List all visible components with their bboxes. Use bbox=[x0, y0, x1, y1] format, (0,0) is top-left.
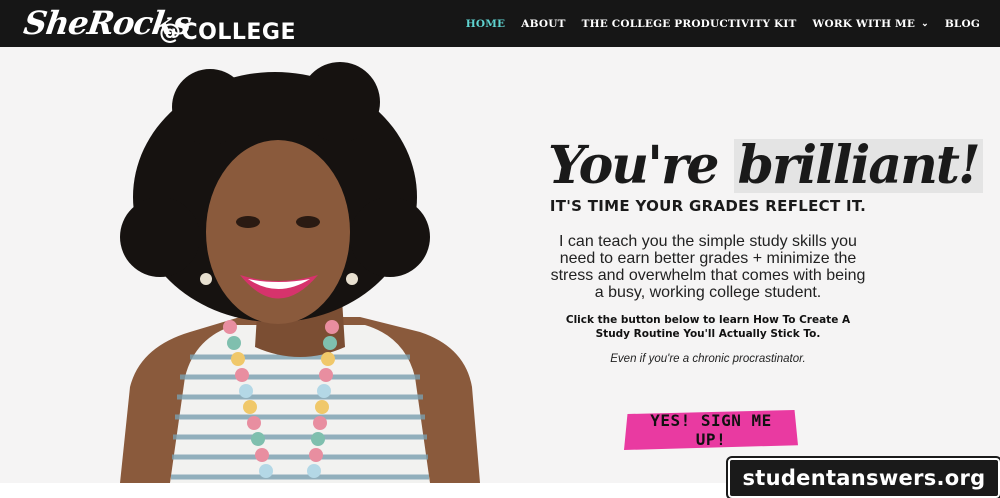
headline-part1: You're bbox=[548, 135, 734, 196]
procrastinator-note: Even if you're a chronic procrastinator. bbox=[610, 353, 806, 365]
nav-item-work-with-me-label: WORK WITH ME bbox=[812, 17, 916, 30]
hero-body: I can teach you the simple study skills … bbox=[550, 233, 866, 301]
hero-headline: You're brilliant! bbox=[548, 139, 983, 193]
hero-copy: You're brilliant! IT'S TIME YOUR GRADES … bbox=[548, 139, 983, 365]
main-nav: HOME ABOUT THE COLLEGE PRODUCTIVITY KIT … bbox=[466, 0, 980, 47]
hero-section: You're brilliant! IT'S TIME YOUR GRADES … bbox=[0, 47, 1000, 483]
nav-item-home[interactable]: HOME bbox=[466, 18, 506, 30]
hero-portrait bbox=[120, 62, 480, 483]
site-header: SheRocks @COLLEGE HOME ABOUT THE COLLEGE… bbox=[0, 0, 1000, 47]
nav-item-productivity-kit[interactable]: THE COLLEGE PRODUCTIVITY KIT bbox=[582, 18, 797, 30]
nav-item-blog[interactable]: BLOG bbox=[945, 18, 980, 30]
nav-item-about[interactable]: ABOUT bbox=[521, 18, 565, 30]
headline-part2: brilliant! bbox=[733, 139, 983, 193]
site-logo[interactable]: SheRocks @COLLEGE bbox=[21, 4, 304, 48]
cta-lead-text: Click the button below to learn How To C… bbox=[565, 314, 851, 340]
hero-subheadline: IT'S TIME YOUR GRADES REFLECT IT. bbox=[549, 197, 867, 215]
watermark-badge: studentanswers.org bbox=[728, 458, 1000, 498]
nav-item-work-with-me[interactable]: WORK WITH ME ⌄ bbox=[813, 18, 929, 30]
chevron-down-icon: ⌄ bbox=[921, 18, 929, 29]
sign-up-button[interactable]: YES! SIGN ME UP! bbox=[624, 410, 798, 450]
logo-text: @COLLEGE bbox=[159, 20, 296, 45]
